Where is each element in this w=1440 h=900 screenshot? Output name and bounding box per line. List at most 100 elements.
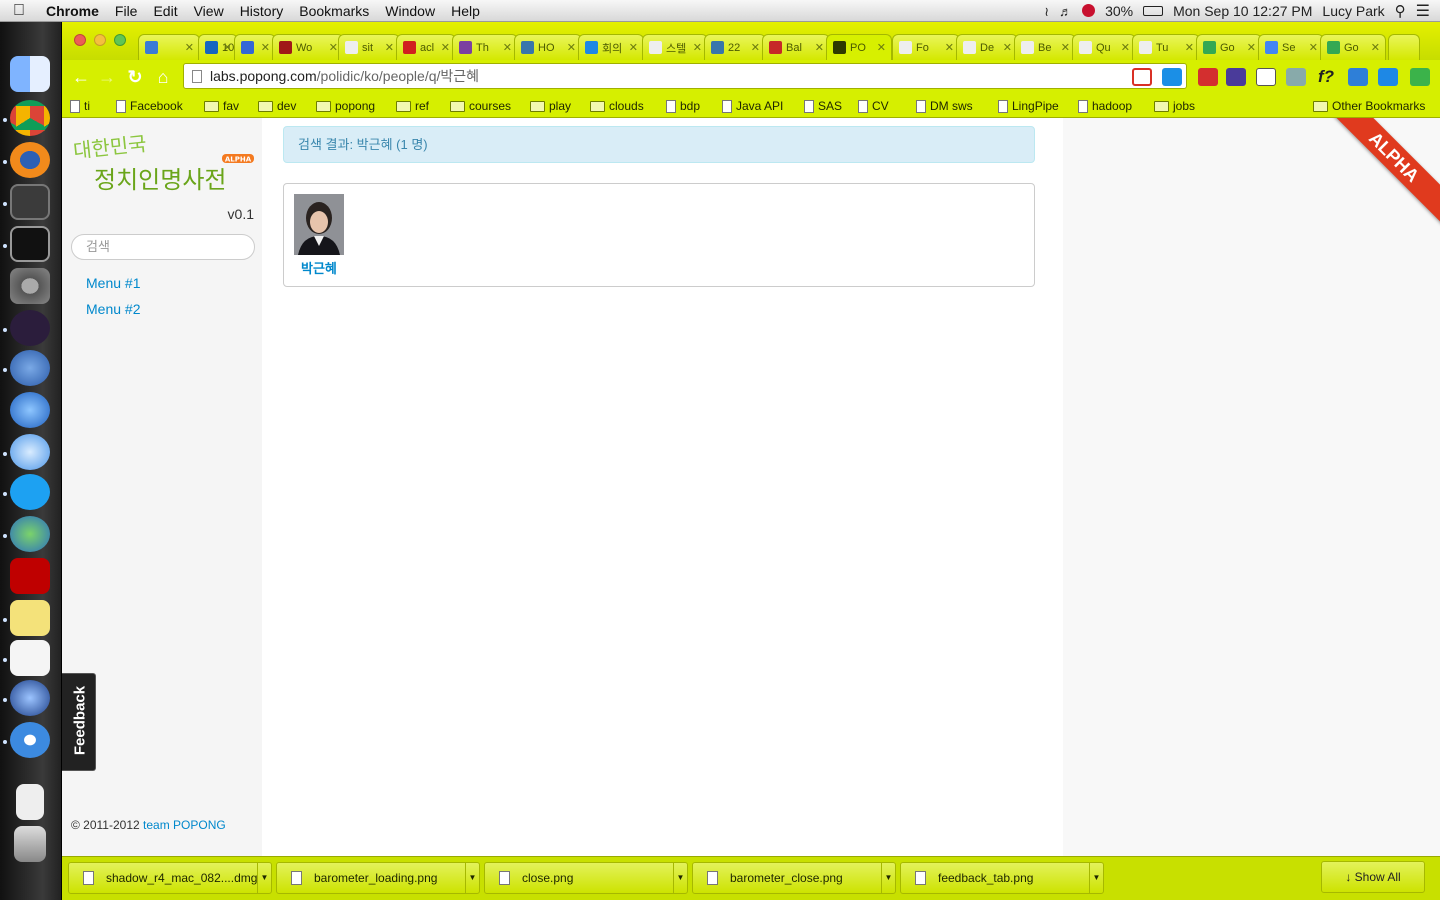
tab-close-icon[interactable]: ✕	[441, 41, 450, 54]
firefox-icon[interactable]	[10, 142, 50, 178]
browser-tab[interactable]: De ✕	[956, 34, 1018, 60]
flag-icon[interactable]	[1082, 4, 1096, 17]
bookmark-item[interactable]: clouds	[590, 99, 644, 113]
tab-close-icon[interactable]: ✕	[877, 41, 886, 54]
browser-tab[interactable]: 22 ✕	[704, 34, 766, 60]
minimize-window-button[interactable]	[94, 34, 106, 46]
menu-help[interactable]: Help	[443, 3, 488, 19]
terminal-icon[interactable]	[10, 226, 50, 262]
person-photo[interactable]	[294, 194, 344, 255]
wifi-icon[interactable]: ≀	[1044, 4, 1049, 19]
new-tab-button[interactable]	[1388, 34, 1420, 60]
address-bar[interactable]: labs.popong.com/polidic/ko/people/q/박근혜 …	[183, 63, 1187, 89]
menu-bookmarks[interactable]: Bookmarks	[291, 3, 377, 19]
browser-tab[interactable]: Wo ✕	[272, 34, 344, 60]
back-icon[interactable]: ←	[72, 68, 90, 86]
filezilla-icon[interactable]	[10, 558, 50, 594]
tab-close-icon[interactable]: ✕	[503, 41, 512, 54]
reminders-icon[interactable]	[10, 640, 50, 676]
battery-percent[interactable]: 30%	[1105, 3, 1133, 19]
formula-extension-icon[interactable]: f?	[1316, 68, 1336, 86]
clock[interactable]: Mon Sep 10 12:27 PM	[1173, 3, 1312, 19]
browser-tab[interactable]: Go ✕	[1196, 34, 1262, 60]
tab-close-icon[interactable]: ✕	[629, 41, 638, 54]
download-item[interactable]: barometer_loading.png ▼	[276, 862, 480, 894]
browser-tab[interactable]: 회의 ✕	[578, 34, 644, 60]
download-menu-chevron-icon[interactable]: ▼	[881, 863, 895, 893]
menu-history[interactable]: History	[232, 3, 292, 19]
site-logo[interactable]: 대한민국 정치인명사전 ALPHA	[72, 131, 256, 204]
tab-close-icon[interactable]: ✕	[1309, 41, 1318, 54]
bookmark-item[interactable]: ti	[70, 99, 90, 113]
tab-close-icon[interactable]: ✕	[751, 41, 760, 54]
feedback-tab[interactable]: Feedback	[62, 673, 96, 771]
browser-tab[interactable]: acl ✕	[396, 34, 456, 60]
download-item[interactable]: close.png ▼	[484, 862, 688, 894]
browser-tab[interactable]: PO ✕	[826, 34, 892, 60]
tab-close-icon[interactable]: ✕	[1061, 41, 1070, 54]
app-store-icon[interactable]	[10, 392, 50, 428]
browser-tab[interactable]: Se ✕	[1258, 34, 1324, 60]
menu-file[interactable]: File	[107, 3, 146, 19]
bookmark-item[interactable]: fav	[204, 99, 239, 113]
menu-2-link[interactable]: Menu #2	[86, 301, 140, 317]
download-item[interactable]: feedback_tab.png ▼	[900, 862, 1104, 894]
browser-tab[interactable]: HO ✕	[514, 34, 582, 60]
chart-extension-icon[interactable]	[1348, 68, 1368, 86]
tab-close-icon[interactable]: ✕	[261, 41, 270, 54]
spotlight-icon[interactable]: ⚲	[1395, 2, 1406, 20]
tab-close-icon[interactable]: ✕	[185, 41, 194, 54]
close-window-button[interactable]	[74, 34, 86, 46]
tab-close-icon[interactable]: ✕	[945, 41, 954, 54]
python-file-icon[interactable]	[16, 784, 44, 820]
browser-tab[interactable]: Th ✕	[452, 34, 518, 60]
chrome-icon[interactable]	[10, 100, 50, 136]
menu-edit[interactable]: Edit	[145, 3, 185, 19]
bookmark-item[interactable]: ref	[396, 99, 429, 113]
trash-icon[interactable]	[14, 826, 46, 862]
download-menu-chevron-icon[interactable]: ▼	[1089, 863, 1103, 893]
show-all-downloads-button[interactable]: ↓ Show All	[1321, 861, 1425, 893]
download-menu-chevron-icon[interactable]: ▼	[673, 863, 687, 893]
user-name[interactable]: Lucy Park	[1322, 3, 1384, 19]
sd-extension-icon[interactable]	[1378, 68, 1398, 86]
safari-icon[interactable]	[10, 722, 50, 758]
sublime-icon[interactable]	[10, 184, 50, 220]
tab-close-icon[interactable]: ✕	[1185, 41, 1194, 54]
battery-icon[interactable]	[1143, 5, 1164, 16]
bookmark-item[interactable]: Facebook	[116, 99, 183, 113]
reload-icon[interactable]: ↻	[126, 68, 144, 86]
bookmark-item[interactable]: SAS	[804, 99, 842, 113]
cat-app-icon[interactable]	[10, 310, 50, 346]
finder-icon[interactable]	[10, 56, 50, 92]
menu-window[interactable]: Window	[377, 3, 443, 19]
r-app-icon[interactable]	[10, 350, 50, 386]
delicious-extension-icon[interactable]	[1162, 68, 1182, 86]
browser-tab[interactable]: 10 ✕	[198, 34, 238, 60]
tab-close-icon[interactable]: ✕	[385, 41, 394, 54]
tab-close-icon[interactable]: ✕	[329, 41, 338, 54]
stickies-icon[interactable]	[10, 600, 50, 636]
browser-tab[interactable]: Bal ✕	[762, 34, 830, 60]
bookmark-item[interactable]: popong	[316, 99, 375, 113]
home-icon[interactable]: ⌂	[154, 68, 172, 86]
person-name-link[interactable]: 박근혜	[301, 258, 337, 277]
network-icon[interactable]	[10, 516, 50, 552]
bookmark-item[interactable]: dev	[258, 99, 296, 113]
extension-icon[interactable]	[1226, 68, 1246, 86]
quicktime-icon[interactable]	[10, 680, 50, 716]
system-preferences-icon[interactable]	[10, 268, 50, 304]
tab-close-icon[interactable]: ✕	[1003, 41, 1012, 54]
apple-menu-icon[interactable]: 	[0, 2, 38, 20]
download-menu-chevron-icon[interactable]: ▼	[257, 863, 271, 893]
volume-icon[interactable]: ♬	[1059, 4, 1072, 19]
browser-tab[interactable]: 스텔 ✕	[642, 34, 708, 60]
browser-tab[interactable]: Tu ✕	[1132, 34, 1200, 60]
download-item[interactable]: barometer_close.png ▼	[692, 862, 896, 894]
menu-1-link[interactable]: Menu #1	[86, 275, 140, 291]
tab-close-icon[interactable]: ✕	[1247, 41, 1256, 54]
tab-close-icon[interactable]: ✕	[567, 41, 576, 54]
messages-icon[interactable]	[10, 434, 50, 470]
browser-tab[interactable]: Qu ✕	[1072, 34, 1136, 60]
tab-close-icon[interactable]: ✕	[1121, 41, 1130, 54]
